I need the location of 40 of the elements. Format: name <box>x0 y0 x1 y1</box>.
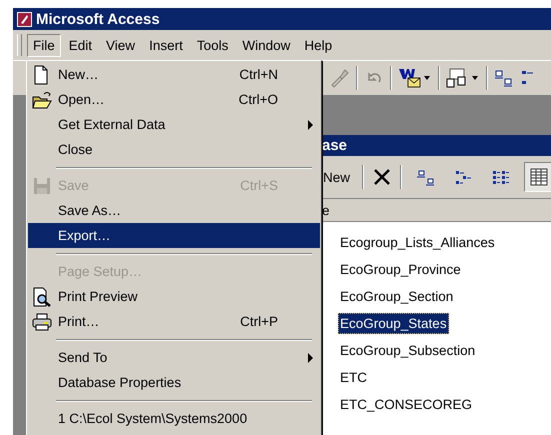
menu-item[interactable]: View <box>100 34 142 56</box>
menu-item[interactable]: Tools <box>190 34 234 56</box>
printer-icon <box>32 312 52 332</box>
list-item[interactable]: ETC_CONSECOREG <box>338 394 474 415</box>
list-item[interactable]: EcoGroup_States <box>338 313 449 334</box>
grip-handle[interactable] <box>17 34 22 56</box>
menu-item[interactable]: Export… <box>28 223 320 248</box>
delete-icon[interactable] <box>372 167 392 187</box>
menu-item[interactable]: Help <box>298 34 338 56</box>
menu-item[interactable]: Save As… <box>28 198 320 223</box>
window-title: ase <box>322 135 551 156</box>
app-icon <box>17 12 32 26</box>
list-item[interactable]: ETC <box>338 367 369 388</box>
list-item[interactable]: EcoGroup_Subsection <box>338 340 478 361</box>
large-icons-icon[interactable] <box>494 68 514 88</box>
menu-item[interactable]: Open… Ctrl+O <box>28 87 320 112</box>
magnifier-icon <box>32 286 52 306</box>
menu-item[interactable]: 1 C:\Ecol System\Systems2000 <box>28 406 320 431</box>
list-item[interactable]: Ecogroup_Lists_Alliances <box>338 232 497 253</box>
details-view-icon <box>529 167 550 187</box>
menu-item[interactable]: Send To <box>28 345 320 370</box>
menu-item[interactable]: Print… Ctrl+P <box>28 309 320 334</box>
menu-item[interactable]: Close <box>28 137 320 162</box>
menu-item[interactable]: Print Preview <box>28 284 320 309</box>
new-button[interactable]: New <box>322 168 354 186</box>
submenu-arrow-icon <box>308 352 314 362</box>
menu-item[interactable]: File <box>27 34 61 56</box>
list-item[interactable]: EcoGroup_Section <box>338 286 456 307</box>
folder-icon <box>32 90 52 110</box>
menu-item[interactable]: Edit <box>62 34 98 56</box>
list-item[interactable]: EcoGroup_Province <box>338 259 463 280</box>
window-title: Microsoft Access <box>36 10 160 28</box>
menu-item[interactable]: Window <box>236 34 296 56</box>
view-button[interactable] <box>524 162 551 192</box>
menu-item[interactable]: Database Properties <box>28 370 320 395</box>
submenu-arrow-icon <box>308 120 314 130</box>
menu-item[interactable]: Get External Data <box>28 112 320 137</box>
menu-item[interactable]: Insert <box>143 34 189 56</box>
menu-item[interactable]: New… Ctrl+N <box>28 62 320 87</box>
merge-icon[interactable] <box>398 67 432 89</box>
